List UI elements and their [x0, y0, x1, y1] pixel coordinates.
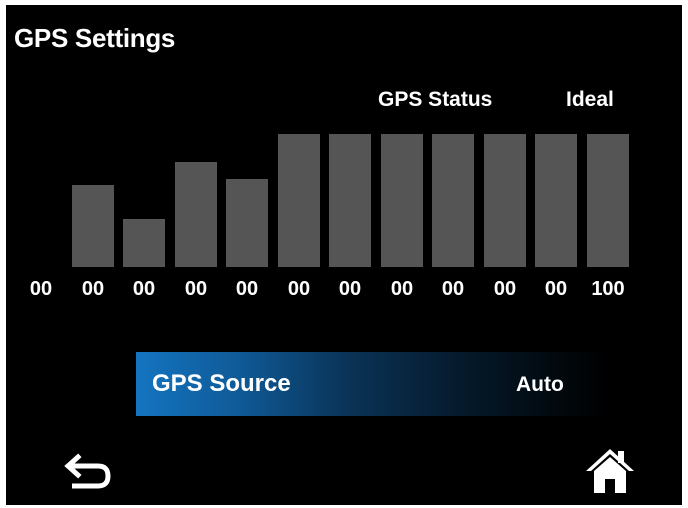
signal-bar	[278, 134, 320, 267]
signal-bar	[226, 179, 268, 267]
signal-bar	[175, 162, 217, 267]
signal-bar-value: 00	[132, 278, 156, 300]
gps-source-label: GPS Source	[152, 370, 291, 397]
gps-source-value: Auto	[516, 373, 564, 396]
signal-bar-value: 00	[544, 278, 568, 300]
signal-bar	[587, 134, 629, 267]
signal-bar	[484, 134, 526, 267]
back-arrow-icon	[64, 453, 111, 489]
home-button[interactable]	[582, 445, 638, 497]
gps-source-row[interactable]: GPS Source Auto	[136, 352, 606, 416]
signal-bar-value: 00	[287, 278, 311, 300]
signal-bar	[381, 134, 423, 267]
signal-bar-value: 00	[184, 278, 208, 300]
signal-bar-value: 00	[493, 278, 517, 300]
back-button[interactable]	[58, 445, 118, 495]
signal-bar	[432, 134, 474, 267]
signal-bar-value: 00	[390, 278, 414, 300]
home-icon	[586, 449, 634, 493]
signal-bar-value: 00	[29, 278, 53, 300]
signal-strength-chart: 00 00 00 00 00 00 00 00 00 00 00 100	[6, 5, 682, 505]
signal-bar	[123, 219, 165, 267]
signal-bar	[535, 134, 577, 267]
signal-bar-value: 00	[235, 278, 259, 300]
signal-bar-value: 100	[591, 278, 625, 300]
signal-bar	[72, 185, 114, 267]
signal-bar	[329, 134, 371, 267]
signal-bar-value: 00	[338, 278, 362, 300]
gps-settings-screen: GPS Settings GPS Status Ideal 00 00 00 00 00…	[6, 5, 682, 505]
signal-bar-value: 00	[441, 278, 465, 300]
signal-bar-value: 00	[81, 278, 105, 300]
